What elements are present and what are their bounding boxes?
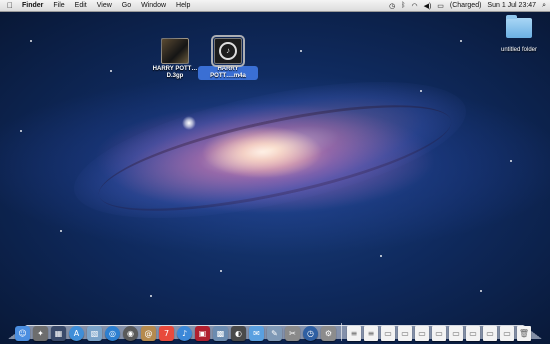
- desktop-file-label: HARRY POTT….m4a: [198, 66, 258, 80]
- spotlight-icon[interactable]: ⌕: [542, 2, 546, 10]
- star: [380, 255, 382, 257]
- star: [30, 40, 32, 42]
- itunes-icon[interactable]: ♪: [177, 326, 192, 341]
- desktop-file-label: HARRY POTT…D.3gp: [152, 66, 198, 79]
- time-machine-status-icon[interactable]: ◷: [389, 2, 395, 10]
- wifi-icon[interactable]: ◠: [411, 2, 417, 10]
- launchpad-icon[interactable]: ✦: [33, 326, 48, 341]
- document-icon[interactable]: ≡: [347, 326, 361, 341]
- dock-separator: [341, 323, 342, 341]
- finder-icon[interactable]: ☺: [15, 326, 30, 341]
- calendar-icon[interactable]: 7: [159, 326, 174, 341]
- screenshot-icon[interactable]: ▭: [398, 326, 412, 341]
- document-icon[interactable]: ≡: [364, 326, 378, 341]
- galaxy-dust-lane: [91, 83, 459, 233]
- system-preferences-icon[interactable]: ⚙: [321, 326, 336, 341]
- star: [60, 230, 62, 232]
- star: [480, 290, 482, 292]
- battery-icon[interactable]: ▭: [437, 2, 444, 10]
- contacts-icon[interactable]: @: [141, 326, 156, 341]
- galaxy-wallpaper: [62, 54, 478, 246]
- dashboard-icon[interactable]: ◐: [231, 326, 246, 341]
- menu-bar:  Finder File Edit View Go Window Help ◷…: [0, 0, 550, 12]
- folder-icon: [506, 15, 532, 38]
- volume-icon[interactable]: ◀): [424, 2, 432, 10]
- iphoto-icon[interactable]: ▩: [213, 326, 228, 341]
- star: [110, 70, 112, 72]
- time-machine-icon[interactable]: ◷: [303, 326, 318, 341]
- messages-icon[interactable]: ✉: [249, 326, 264, 341]
- safari-icon[interactable]: ◎: [105, 326, 120, 341]
- menu-view[interactable]: View: [92, 2, 117, 9]
- screenshot-icon[interactable]: ▭: [500, 326, 514, 341]
- screenshot-icon[interactable]: ▭: [432, 326, 446, 341]
- menu-help[interactable]: Help: [171, 2, 195, 9]
- desktop-folder-label: untitled folder: [500, 47, 538, 53]
- menu-file[interactable]: File: [48, 2, 69, 9]
- battery-status[interactable]: (Charged): [450, 2, 482, 9]
- screenshot-icon[interactable]: ▭: [466, 326, 480, 341]
- preview-icon[interactable]: ✎: [267, 326, 282, 341]
- star: [510, 160, 512, 162]
- star: [220, 270, 222, 272]
- photo-booth-icon[interactable]: ▣: [195, 326, 210, 341]
- star: [300, 50, 302, 52]
- menu-go[interactable]: Go: [117, 2, 136, 9]
- menu-finder[interactable]: Finder: [17, 2, 48, 9]
- clock[interactable]: Sun 1 Jul 23:47: [487, 2, 536, 9]
- desktop-file-video[interactable]: HARRY POTT…D.3gp: [145, 38, 205, 82]
- facetime-icon[interactable]: ◉: [123, 326, 138, 341]
- video-thumbnail-icon: [161, 38, 189, 64]
- desktop-file-audio[interactable]: HARRY POTT….m4a: [198, 35, 258, 82]
- apple-menu-icon[interactable]: : [3, 1, 17, 10]
- screenshot-icon[interactable]: ▭: [381, 326, 395, 341]
- dock: ☺ ✦ ▦ A ▧ ◎ ◉ @7 ♪ ▣ ▩ ◐ ✉ ✎ ✂ ◷ ⚙ ≡ ≡ ▭ ▭ ▭ ▭ ▭ ▭ ▭ ▭ 🗑: [14, 319, 536, 341]
- menu-extras: ◷ ᛒ ◠ ◀) ▭ (Charged) Sun 1 Jul 23:47 ⌕: [389, 0, 546, 11]
- automator-icon[interactable]: ✂: [285, 326, 300, 341]
- app-store-icon[interactable]: A: [69, 326, 84, 341]
- bluetooth-icon[interactable]: ᛒ: [401, 2, 405, 9]
- desktop-folder[interactable]: untitled folder: [494, 15, 544, 56]
- screenshot-icon[interactable]: ▭: [483, 326, 497, 341]
- menu-edit[interactable]: Edit: [70, 2, 92, 9]
- menu-window[interactable]: Window: [136, 2, 171, 9]
- star: [460, 40, 462, 42]
- bright-star: [182, 116, 196, 130]
- mission-control-icon[interactable]: ▦: [51, 326, 66, 341]
- audio-file-icon: [211, 35, 245, 67]
- screenshot-icon[interactable]: ▭: [449, 326, 463, 341]
- screenshot-icon[interactable]: ▭: [415, 326, 429, 341]
- photo-icon[interactable]: ▧: [87, 326, 102, 341]
- star: [420, 90, 422, 92]
- star: [20, 130, 22, 132]
- trash-icon[interactable]: 🗑: [517, 326, 531, 341]
- star: [150, 295, 152, 297]
